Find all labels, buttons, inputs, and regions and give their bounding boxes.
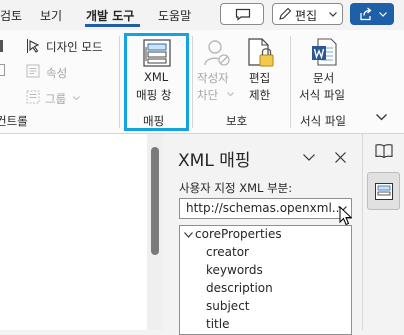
share-button[interactable]: [350, 3, 394, 25]
properties-button[interactable]: 속성: [46, 65, 67, 81]
cut-off-icon: [0, 64, 5, 76]
tree-node[interactable]: title: [206, 317, 229, 331]
xml-tree[interactable]: coreProperties creator keywords descript…: [179, 225, 352, 335]
block-authors-label-line2: 차단: [197, 88, 219, 102]
chevron-down-icon: [379, 12, 387, 17]
tree-node[interactable]: creator: [206, 245, 249, 259]
xml-mapping-pane-icon: [375, 183, 393, 200]
controls-group-label: 컨트롤: [0, 114, 28, 128]
pane-options-icon[interactable]: [303, 154, 315, 161]
tree-node[interactable]: description: [206, 281, 273, 295]
word-document-icon: [312, 38, 337, 66]
close-icon[interactable]: [335, 152, 346, 163]
document-template-label-line2: 서식 파일: [299, 88, 345, 102]
protect-group-label: 보호: [226, 114, 248, 128]
restrict-editing-button[interactable]: 편집 제한: [242, 36, 280, 106]
tab-help[interactable]: 도움말: [158, 7, 191, 24]
group-separator: [119, 36, 120, 128]
block-authors-label-line1: 작성자: [197, 71, 229, 85]
pencil-icon: [279, 7, 292, 20]
group-separator: [192, 36, 193, 128]
collapse-ribbon-icon[interactable]: [376, 114, 387, 121]
group-icon: [26, 90, 40, 104]
tab-view[interactable]: 보기: [40, 7, 62, 24]
selected-xml-part: http://schemas.openxml...: [186, 201, 344, 215]
expand-collapse-icon[interactable]: [184, 232, 193, 238]
restrict-editing-label-line1: 편집: [249, 71, 271, 85]
book-icon[interactable]: [375, 143, 393, 158]
tree-node[interactable]: subject: [206, 299, 250, 313]
design-mode-icon: [27, 39, 40, 53]
edit-button-label: 편집: [295, 9, 318, 23]
document-template-label-line1: 문서: [313, 71, 335, 85]
xml-pane-toggle-button[interactable]: [367, 172, 400, 210]
document-template-button[interactable]: 문서 서식 파일: [294, 36, 356, 106]
restrict-editing-label-line2: 제한: [249, 88, 271, 102]
chevron-down-icon: [329, 12, 337, 17]
cut-off-icon: [0, 40, 3, 52]
group-button[interactable]: 그룹: [45, 91, 66, 107]
menu-bar: 검토 보기 개발 도구 도움말 편집: [0, 0, 404, 30]
properties-icon: [26, 64, 40, 78]
editing-mode-button[interactable]: 편집: [272, 3, 343, 25]
tree-node[interactable]: keywords: [206, 263, 263, 277]
mouse-cursor-icon: [339, 206, 353, 226]
custom-xml-part-label: 사용자 지정 XML 부분:: [179, 181, 293, 195]
restrict-editing-icon: [248, 38, 274, 67]
chevron-down-icon: [73, 96, 80, 100]
block-authors-icon: [204, 40, 230, 66]
highlight-box: [124, 33, 189, 131]
chevron-down-icon: [227, 92, 234, 96]
share-icon: [360, 7, 372, 21]
group-separator: [290, 36, 291, 128]
active-tab-indicator: [85, 24, 140, 27]
block-authors-button[interactable]: 작성자 차단: [194, 36, 238, 106]
tab-review[interactable]: 검토: [0, 7, 22, 24]
custom-xml-part-select[interactable]: http://schemas.openxml...: [179, 198, 352, 219]
side-panel-bar: [362, 134, 404, 330]
comments-button[interactable]: [220, 3, 264, 25]
pane-title: XML 매핑: [178, 151, 251, 171]
scrollbar-thumb[interactable]: [151, 147, 159, 255]
design-mode-button[interactable]: 디자인 모드: [46, 39, 103, 55]
tree-root-node[interactable]: coreProperties: [195, 227, 282, 241]
templates-group-label: 서식 파일: [300, 114, 346, 128]
document-area[interactable]: [0, 134, 147, 330]
comment-icon: [235, 8, 251, 21]
tab-developer[interactable]: 개발 도구: [86, 7, 134, 24]
